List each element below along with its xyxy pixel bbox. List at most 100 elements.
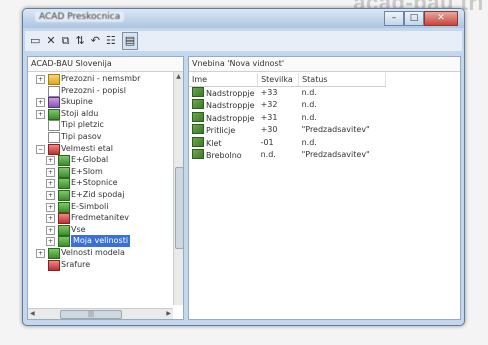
expand-icon[interactable]: +	[36, 98, 45, 108]
expand-icon[interactable]: +	[46, 190, 55, 200]
folder-layer-icon	[48, 74, 60, 85]
expand-icon[interactable]: +	[46, 214, 55, 224]
tree-item[interactable]: + Fredmetanitev	[28, 212, 171, 225]
tree-item[interactable]: + Stoji aldu	[28, 108, 171, 120]
scroll-left-icon[interactable]: ◀	[30, 310, 35, 317]
tree-item[interactable]: + E-Simboli	[28, 201, 171, 213]
tree-item[interactable]: + Skupine	[28, 96, 171, 109]
window-title: ACAD Preskocnica	[35, 12, 125, 22]
tree-item-label: Prezozni - popisl	[61, 85, 126, 95]
scroll-right-icon[interactable]: ▶	[166, 310, 171, 317]
expand-icon[interactable]: +	[46, 225, 55, 235]
red-layer-icon	[48, 143, 60, 155]
expand-icon[interactable]: +	[46, 237, 55, 247]
layer-icon	[192, 87, 204, 97]
row-name: Nadstroppje	[206, 89, 255, 98]
table-row[interactable]: Nadstroppje +31 n.d.	[189, 111, 386, 124]
green-layer-icon	[58, 155, 70, 167]
cell-name: Klet	[189, 136, 258, 149]
column-header-number[interactable]: Stevilka	[257, 73, 300, 87]
cell-number: +31	[260, 112, 278, 122]
tree-item-label: E-Simboli	[71, 201, 109, 211]
tree-item[interactable]: + E+Global	[28, 154, 171, 167]
tree-item[interactable]: Prezozni - popisl	[28, 85, 171, 97]
row-name: Nadstroppje	[206, 101, 255, 111]
undo-icon[interactable]: ↶	[91, 33, 100, 49]
list-pane: Vnebina 'Nova vidnost' Ime Stevilka Stat…	[188, 56, 461, 320]
details-view-icon[interactable]: ▤	[121, 32, 139, 50]
expand-icon[interactable]: +	[46, 202, 55, 212]
cell-status: n.d.	[301, 100, 317, 110]
cell-status: n.d.	[301, 137, 317, 147]
tree-vertical-scrollbar[interactable]: ▲	[173, 72, 184, 305]
scroll-thumb[interactable]	[175, 167, 184, 249]
scroll-up-icon[interactable]: ▲	[174, 72, 183, 81]
tree-item-label: E+Zid spodaj	[71, 189, 125, 199]
tree-view: + Prezozni - nemsmbr Prezozni - popisl + Sku…	[28, 73, 171, 271]
tree-item[interactable]: − Velmesti etal	[28, 143, 171, 155]
table-row[interactable]: Brebolno n.d. "Predzadsavitev"	[189, 149, 386, 161]
tree-item[interactable]: Tipi pasov	[28, 131, 171, 143]
table-row[interactable]: Nadstroppje +32 n.d.	[189, 99, 386, 111]
delete-icon[interactable]: ✕	[46, 33, 55, 49]
layer-table: Ime Stevilka Status Nadstroppje +33 n.d. Na…	[189, 73, 387, 161]
tree-item[interactable]: Tipi pletzic	[28, 119, 171, 132]
column-header-name[interactable]: Ime	[189, 73, 259, 87]
tree-item-label: Fredmetanitev	[71, 213, 129, 223]
tree-item-label: E+Stopnice	[71, 178, 118, 188]
expand-icon[interactable]: +	[36, 75, 45, 84]
row-name: Pritlicje	[206, 126, 236, 136]
list-view-icon[interactable]: ☷	[106, 33, 116, 49]
folder-icon[interactable]: ▭	[30, 33, 40, 49]
tree-item-label: Moja velinosti	[71, 235, 131, 247]
tree-item[interactable]: + Moja velinosti	[28, 235, 171, 248]
tree-item-label: Skupine	[61, 97, 93, 107]
green-layer-icon	[48, 247, 60, 259]
expand-icon[interactable]: +	[46, 156, 55, 166]
row-name: Nadstroppje	[206, 113, 255, 123]
tree-horizontal-scrollbar[interactable]: ◀ ||| ▶	[28, 308, 173, 319]
cell-name: Brebolno	[189, 149, 258, 161]
copy-icon[interactable]: ⧉	[62, 33, 70, 49]
green-layer-icon	[58, 224, 70, 236]
tree-item[interactable]: Srafure	[28, 259, 171, 271]
expand-icon[interactable]: +	[36, 109, 45, 119]
layer-icon	[192, 149, 204, 160]
tree-item-label: Tipi pletzic	[61, 120, 104, 130]
title-bar[interactable]: ACAD Preskocnica – □ ✕	[23, 9, 464, 28]
cell-number: n.d.	[260, 150, 276, 160]
tree-item-label: E+Global	[71, 155, 109, 165]
table-row[interactable]: Pritlicje +30 "Predzadsavitev"	[189, 124, 386, 136]
scroll-thumb-horizontal[interactable]: |||	[60, 310, 122, 319]
cell-status: "Predzadsavitev"	[301, 150, 370, 160]
red-layer-icon	[58, 213, 70, 225]
tree-item[interactable]: + Velnosti modela	[28, 247, 171, 259]
collapse-icon[interactable]: −	[36, 144, 45, 154]
tree-item[interactable]: + E+Stopnice	[28, 177, 171, 190]
tree-header: ACAD-BAU Slovenija	[28, 57, 183, 72]
table-row[interactable]: Klet -01 n.d.	[189, 136, 386, 149]
tree-item[interactable]: + E+Slom	[28, 166, 171, 178]
sort-icon[interactable]: ⇅	[75, 33, 84, 49]
red-layer-icon	[48, 259, 60, 271]
doc-layer-icon	[48, 131, 60, 143]
tree-item[interactable]: + Vse	[28, 224, 171, 236]
layer-icon	[192, 124, 204, 135]
column-header-status[interactable]: Status	[298, 73, 387, 87]
expand-icon[interactable]: +	[46, 179, 55, 189]
expand-icon[interactable]: +	[36, 248, 45, 258]
green-layer-icon	[48, 108, 60, 120]
minimize-button[interactable]: –	[384, 11, 404, 26]
maximize-button[interactable]: □	[404, 11, 424, 26]
tree-item[interactable]: + E+Zid spodaj	[28, 189, 171, 201]
expand-icon[interactable]: +	[46, 167, 55, 177]
tree-item-label: Prezozni - nemsmbr	[61, 74, 141, 83]
table-row[interactable]: Nadstroppje +33 n.d.	[189, 87, 386, 100]
cell-status: n.d.	[301, 88, 317, 97]
cell-number: +33	[260, 88, 278, 97]
list-header: Vnebina 'Nova vidnost'	[189, 57, 460, 72]
cell-name: Nadstroppje	[189, 111, 258, 124]
tree-item[interactable]: + Prezozni - nemsmbr	[28, 73, 171, 85]
doc-layer-icon	[48, 120, 60, 132]
close-button[interactable]: ✕	[424, 11, 458, 26]
